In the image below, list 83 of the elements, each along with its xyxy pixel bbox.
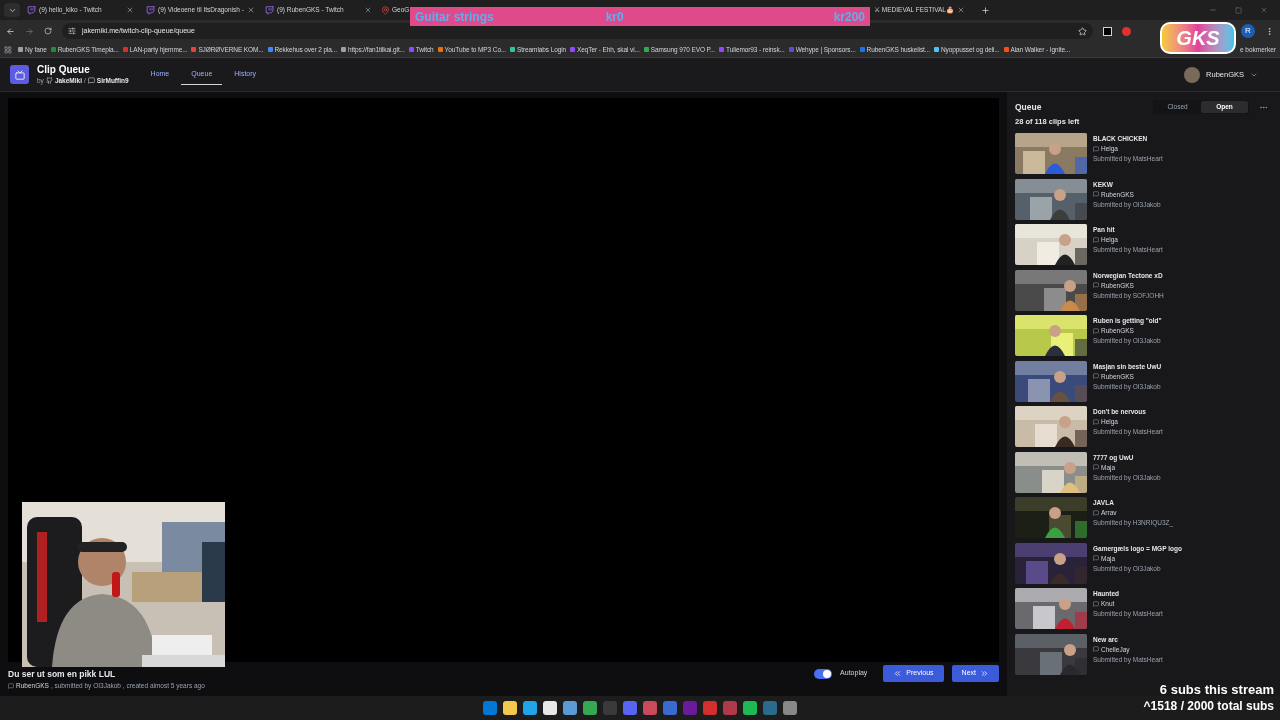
app-icon[interactable] [523, 701, 537, 715]
double-chevron-right-icon [980, 669, 989, 678]
star-icon[interactable] [1078, 26, 1087, 36]
goal-end: kr200 [833, 8, 865, 26]
favicon-icon [191, 47, 197, 52]
user-avatar[interactable] [1184, 66, 1201, 83]
apps-icon[interactable] [4, 45, 12, 54]
queue-title: Queue [1015, 100, 1042, 114]
app-icon[interactable] [503, 701, 517, 715]
chat-icon [1093, 464, 1099, 471]
close-icon[interactable] [1260, 6, 1268, 14]
double-chevron-left-icon [893, 669, 903, 678]
chat-icon [8, 682, 14, 689]
subs-stream-text: 6 subs this stream [1159, 682, 1274, 698]
favicon-icon [267, 47, 273, 52]
app-icon[interactable] [783, 701, 797, 715]
favicon-icon [341, 47, 346, 52]
tab-search-button[interactable] [4, 3, 20, 17]
app-icon[interactable] [743, 701, 757, 715]
favicon-icon [859, 47, 865, 52]
favicon-icon [50, 47, 56, 52]
video-player[interactable] [8, 98, 999, 662]
twitch-icon [146, 5, 155, 15]
chat-icon [1093, 191, 1099, 198]
reload-icon[interactable] [44, 27, 52, 35]
pin-icon [381, 5, 390, 15]
twitch-icon [27, 5, 36, 15]
favicon-icon [933, 47, 939, 52]
clip-title: Du ser ut som en pikk LUL [8, 669, 117, 679]
minimize-icon[interactable] [1209, 6, 1217, 14]
chat-icon [1093, 600, 1099, 607]
twitch-icon [265, 5, 274, 15]
profile-avatar[interactable]: R [1241, 24, 1255, 38]
favicon-icon [408, 47, 414, 52]
app-icon[interactable] [643, 701, 657, 715]
forward-icon[interactable] [25, 26, 34, 36]
chat-icon [1093, 327, 1099, 334]
app-icon[interactable] [623, 701, 637, 715]
chat-icon [1093, 282, 1099, 289]
app-title: Clip Queue [37, 63, 91, 76]
chat-icon [1093, 509, 1099, 516]
app-icon[interactable] [483, 701, 497, 715]
chat-icon [1093, 236, 1099, 243]
close-icon[interactable] [126, 6, 134, 14]
favicon-icon [437, 47, 443, 52]
favicon-icon [18, 47, 23, 52]
app-icon[interactable] [763, 701, 777, 715]
tv-icon [14, 69, 25, 80]
app-icon[interactable] [723, 701, 737, 715]
app-icon[interactable] [543, 701, 557, 715]
app-icon[interactable] [563, 701, 577, 715]
favicon-icon [1003, 47, 1009, 52]
goal-start: kr0 [605, 8, 624, 26]
chat-icon [1093, 646, 1099, 653]
chat-icon [1093, 145, 1099, 152]
new-tab-icon[interactable] [981, 5, 990, 15]
favicon-icon [643, 47, 649, 52]
close-icon[interactable] [957, 6, 965, 14]
app-icon[interactable] [703, 701, 717, 715]
menu-icon[interactable] [1265, 26, 1274, 36]
favicon-icon [122, 47, 128, 52]
close-icon[interactable] [364, 6, 372, 14]
favicon-icon [788, 47, 794, 52]
subs-total-text: ^1518 / 2000 total subs [1143, 698, 1274, 714]
favicon-icon [719, 47, 725, 52]
stream-logo: GKS [1160, 22, 1236, 54]
app-icon[interactable] [603, 701, 617, 715]
app-icon[interactable] [583, 701, 597, 715]
autoplay-switch[interactable] [814, 668, 833, 679]
goal-label: Guitar strings [415, 8, 494, 26]
github-icon [45, 77, 53, 84]
chat-icon [1093, 418, 1099, 425]
site-info-icon[interactable] [68, 27, 76, 35]
chat-icon [1093, 373, 1099, 380]
app-icon[interactable] [683, 701, 697, 715]
favicon-icon [570, 47, 576, 52]
chat-icon [1093, 555, 1099, 562]
back-icon[interactable] [6, 26, 15, 36]
close-icon[interactable] [246, 6, 255, 14]
app-icon[interactable] [663, 701, 677, 715]
chat-icon [87, 77, 95, 84]
maximize-icon[interactable] [1235, 6, 1242, 14]
favicon-icon [510, 47, 516, 52]
